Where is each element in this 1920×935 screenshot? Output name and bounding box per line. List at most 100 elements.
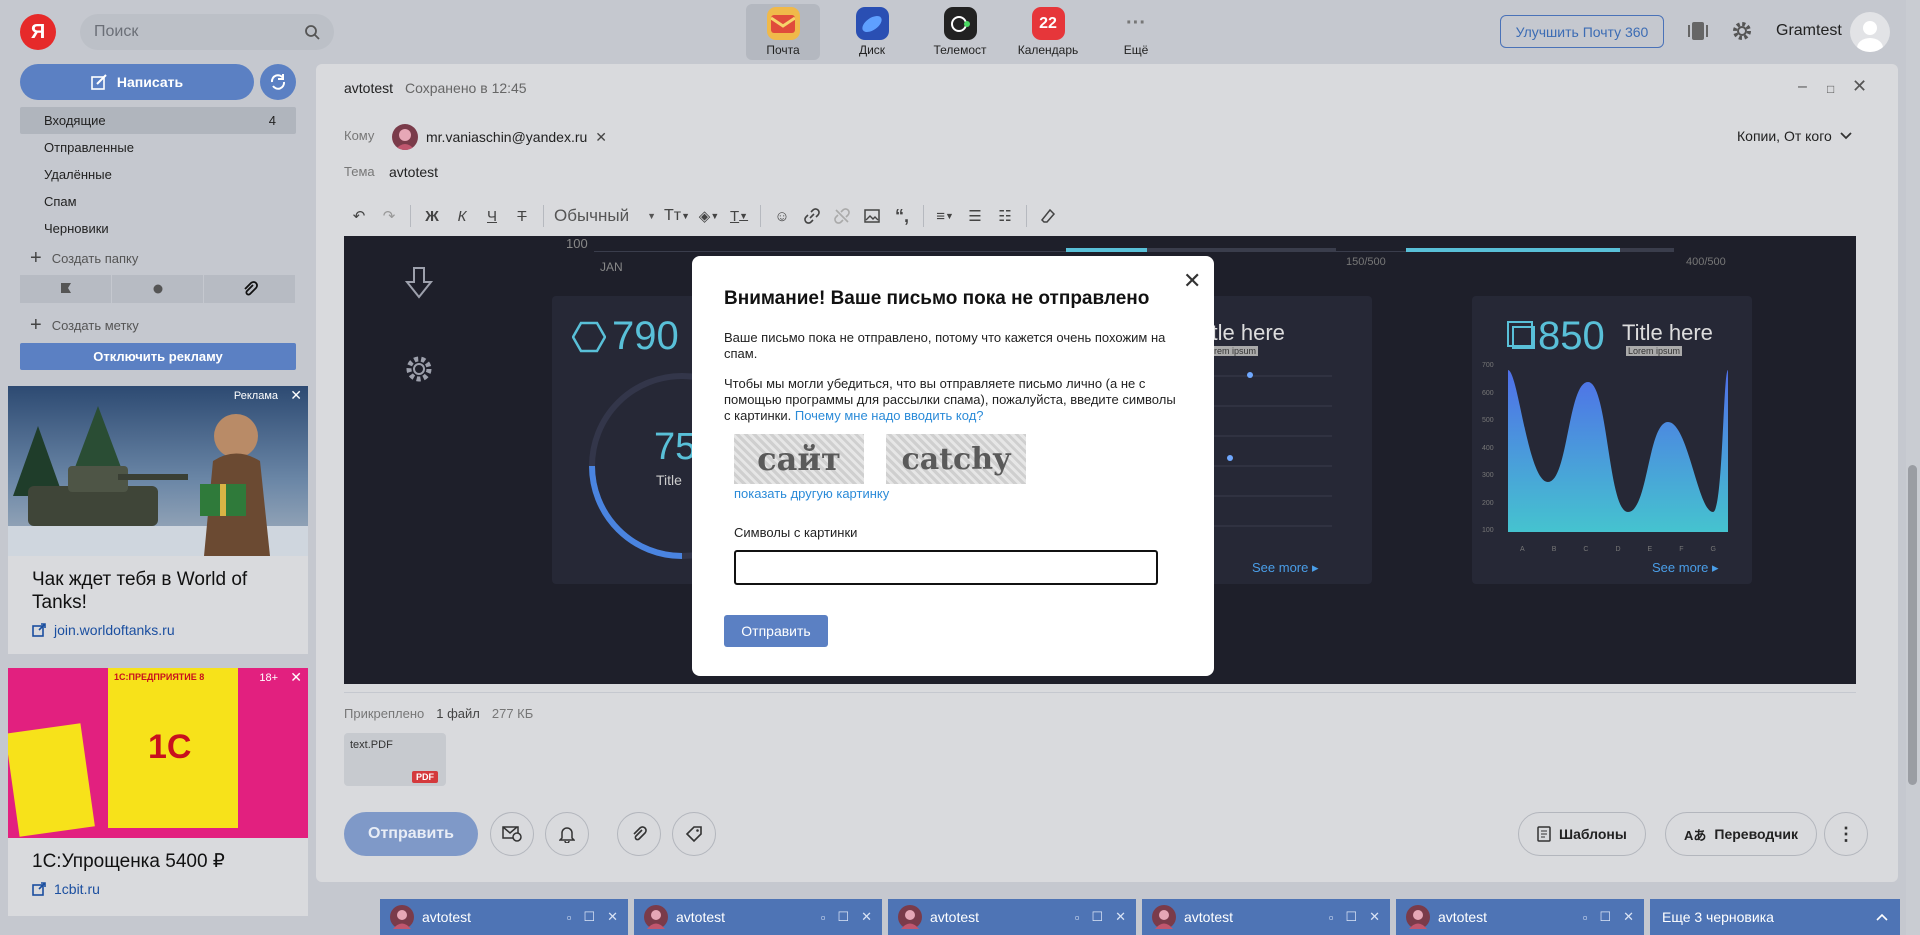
- templates-button[interactable]: Шаблоны: [1518, 812, 1646, 856]
- minimize-icon[interactable]: ▫: [1329, 910, 1334, 925]
- x-tick: A: [1520, 546, 1525, 553]
- ad-1c[interactable]: 1С:ПРЕДПРИЯТИЕ 8 1С 18+ ✕ 1С:Упрощенка 5…: [8, 668, 308, 916]
- ad-close-icon[interactable]: ✕: [290, 387, 302, 404]
- search-input[interactable]: Поиск: [80, 14, 334, 50]
- strikethrough-button[interactable]: Т: [507, 200, 537, 232]
- close-icon[interactable]: ✕: [607, 909, 618, 925]
- delayed-send-button[interactable]: [490, 812, 534, 856]
- yandex-logo[interactable]: Я: [20, 14, 56, 50]
- search-icon[interactable]: [304, 24, 320, 40]
- flag-filter-icon[interactable]: [20, 275, 112, 303]
- attachment-filter-icon[interactable]: [204, 275, 296, 303]
- kebab-menu-icon: ⋮: [1837, 824, 1855, 844]
- ad-title[interactable]: Чак ждет тебя в World of Tanks!: [8, 556, 308, 614]
- emoji-icon[interactable]: ☺: [767, 200, 797, 232]
- attach-button[interactable]: [617, 812, 661, 856]
- chevron-up-icon: [1876, 913, 1888, 921]
- maximize-icon[interactable]: ☐: [1091, 909, 1103, 925]
- unread-filter-icon[interactable]: [112, 275, 204, 303]
- draft-tab[interactable]: avtotest ▫ ☐ ✕: [1396, 899, 1644, 935]
- folder-spam[interactable]: Спам: [20, 188, 296, 215]
- draft-tab[interactable]: avtotest ▫ ☐ ✕: [634, 899, 882, 935]
- more-drafts-tab[interactable]: Еще 3 черновика: [1650, 899, 1900, 935]
- maximize-icon[interactable]: ☐: [1599, 909, 1611, 925]
- maximize-icon[interactable]: □: [1827, 82, 1834, 96]
- folder-drafts[interactable]: Черновики: [20, 215, 296, 242]
- service-disk[interactable]: Диск: [835, 4, 909, 60]
- font-size-icon[interactable]: Tт ▼: [660, 200, 694, 232]
- close-icon[interactable]: ✕: [861, 909, 872, 925]
- redo-icon[interactable]: ↷: [374, 200, 404, 232]
- bullet-list-icon[interactable]: ☰: [960, 200, 990, 232]
- maximize-icon[interactable]: ☐: [837, 909, 849, 925]
- close-icon[interactable]: ✕: [1115, 909, 1126, 925]
- translator-button[interactable]: Aあ Переводчик: [1665, 812, 1817, 856]
- x-tick: C: [1583, 546, 1589, 553]
- folder-deleted[interactable]: Удалённые: [20, 161, 296, 188]
- remove-recipient-icon[interactable]: ✕: [595, 129, 607, 146]
- minimize-icon[interactable]: ▫: [1075, 910, 1080, 925]
- send-button[interactable]: Отправить: [344, 812, 478, 856]
- show-other-captcha-link[interactable]: показать другую картинку: [734, 486, 1182, 501]
- close-icon[interactable]: ✕: [1369, 909, 1380, 925]
- quote-icon[interactable]: “,: [887, 200, 917, 232]
- minimize-icon[interactable]: ▫: [1583, 910, 1588, 925]
- italic-button[interactable]: К: [447, 200, 477, 232]
- label-button[interactable]: [672, 812, 716, 856]
- service-calendar[interactable]: 22 Календарь: [1011, 4, 1085, 60]
- envelope-clock-icon: [502, 826, 522, 842]
- captcha-input[interactable]: [734, 550, 1158, 585]
- fill-color-icon[interactable]: ◈ ▼: [694, 200, 724, 232]
- cc-toggle[interactable]: Копии, От кого: [1737, 128, 1852, 144]
- gear-icon[interactable]: [1730, 19, 1754, 43]
- disable-ads-button[interactable]: Отключить рекламу: [20, 343, 296, 370]
- more-options-button[interactable]: ⋮: [1824, 812, 1868, 856]
- close-icon[interactable]: ✕: [1852, 76, 1867, 97]
- folder-inbox[interactable]: Входящие 4: [20, 107, 296, 134]
- eraser-icon[interactable]: [1033, 200, 1063, 232]
- ad-wot[interactable]: Реклама ✕ Чак ждет тебя в World of Tanks…: [8, 386, 308, 654]
- folder-sent[interactable]: Отправленные: [20, 134, 296, 161]
- create-label-link[interactable]: + Создать метку: [30, 314, 139, 337]
- maximize-icon[interactable]: ☐: [583, 909, 595, 925]
- close-icon[interactable]: ✕: [1623, 909, 1634, 925]
- dialog-send-button[interactable]: Отправить: [724, 615, 828, 647]
- image-icon[interactable]: [857, 200, 887, 232]
- minimize-icon[interactable]: ▫: [567, 910, 572, 925]
- dialog-close-icon[interactable]: ✕: [1183, 268, 1201, 294]
- ad-link[interactable]: join.worldoftanks.ru: [8, 614, 308, 646]
- draft-tab[interactable]: avtotest ▫ ☐ ✕: [380, 899, 628, 935]
- minimize-icon[interactable]: ▫: [821, 910, 826, 925]
- scrollbar-thumb[interactable]: [1908, 465, 1917, 785]
- link-icon[interactable]: [797, 200, 827, 232]
- recipient-chip[interactable]: mr.vaniaschin@yandex.ru ✕: [392, 124, 615, 150]
- username[interactable]: Gramtest: [1776, 22, 1842, 40]
- reminder-button[interactable]: [545, 812, 589, 856]
- upgrade-button[interactable]: Улучшить Почту 360: [1500, 15, 1664, 48]
- why-code-link[interactable]: Почему мне надо вводить код?: [795, 408, 984, 423]
- draft-tab[interactable]: avtotest ▫ ☐ ✕: [888, 899, 1136, 935]
- ad-title[interactable]: 1С:Упрощенка 5400 ₽: [8, 838, 308, 873]
- numbered-list-icon[interactable]: ☷: [990, 200, 1020, 232]
- service-mail[interactable]: Почта: [746, 4, 820, 60]
- service-more[interactable]: ··· Ещё: [1099, 4, 1173, 60]
- ad-link[interactable]: 1cbit.ru: [8, 873, 308, 905]
- align-icon[interactable]: ≡ ▼: [930, 200, 960, 232]
- compose-button[interactable]: Написать: [20, 64, 254, 100]
- refresh-button[interactable]: [260, 64, 296, 100]
- draft-tab[interactable]: avtotest ▫ ☐ ✕: [1142, 899, 1390, 935]
- subject-field[interactable]: avtotest: [389, 164, 438, 180]
- minimize-icon[interactable]: –: [1798, 78, 1807, 96]
- text-color-icon[interactable]: T ▼: [724, 200, 754, 232]
- undo-icon[interactable]: ↶: [344, 200, 374, 232]
- device-icon[interactable]: [1687, 20, 1709, 42]
- service-telemost[interactable]: Телемост: [923, 4, 997, 60]
- maximize-icon[interactable]: ☐: [1345, 909, 1357, 925]
- user-avatar[interactable]: [1850, 12, 1890, 52]
- ad-close-icon[interactable]: ✕: [290, 669, 302, 686]
- unlink-icon[interactable]: [827, 200, 857, 232]
- style-select[interactable]: Обычный ▼: [550, 200, 660, 232]
- create-folder-link[interactable]: + Создать папку: [30, 247, 138, 270]
- underline-button[interactable]: Ч: [477, 200, 507, 232]
- bold-button[interactable]: Ж: [417, 200, 447, 232]
